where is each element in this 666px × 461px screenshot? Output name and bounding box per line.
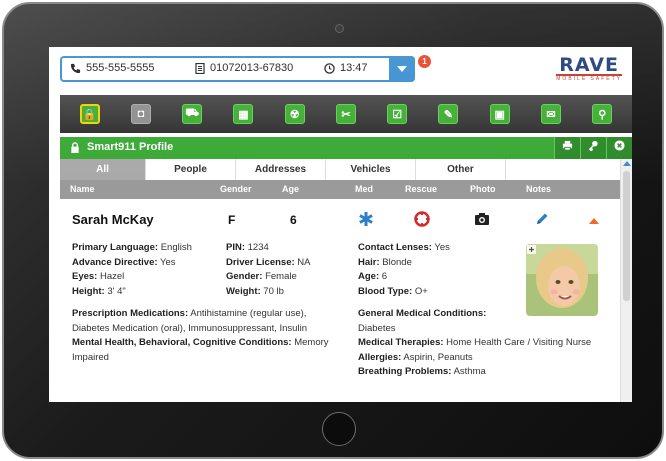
camera-icon	[335, 24, 344, 33]
tab-other[interactable]: Other	[416, 159, 506, 180]
lock-icon: 🔒	[82, 108, 97, 121]
call-info-box[interactable]: 555-555-5555 01072013-67830 13:47	[60, 56, 415, 82]
book-tool-button[interactable]: ▣	[489, 104, 510, 124]
person-gender: F	[228, 213, 236, 227]
notification-badge[interactable]: 1	[418, 55, 431, 68]
pets-icon: ✂	[341, 108, 351, 121]
pets-tool-button[interactable]: ✂	[335, 104, 356, 124]
profile-tabs: All People Addresses Vehicles Other	[60, 159, 620, 180]
home-button[interactable]	[322, 412, 356, 446]
camera-icon[interactable]	[474, 211, 490, 227]
building-tool-button[interactable]: ▦	[233, 104, 254, 124]
col-notes: Notes	[526, 184, 552, 194]
scrollbar[interactable]	[620, 159, 632, 402]
col-age: Age	[282, 184, 300, 194]
car-tool-button[interactable]: ⛟	[182, 104, 203, 124]
hazard-icon: ☢	[289, 108, 300, 121]
close-icon	[614, 140, 625, 151]
hazard-tool-button[interactable]: ☢	[284, 104, 305, 124]
medications-block: Prescription Medications: Antihistamine …	[72, 308, 329, 363]
profile-header: Smart911 Profile	[60, 137, 632, 159]
clock-icon	[324, 62, 335, 74]
edit-icon: ✎	[443, 108, 454, 121]
map-pin-icon: ⚲	[598, 108, 607, 121]
child-portrait-image	[526, 244, 598, 316]
call-time: 13:47	[340, 62, 368, 74]
medical-star-icon[interactable]	[358, 211, 374, 227]
chat-tool-button[interactable]: ✉	[541, 104, 562, 124]
chat-icon: ✉	[546, 108, 556, 121]
shield-icon: ◘	[137, 108, 145, 120]
document-icon	[195, 62, 205, 74]
col-rescue: Rescue	[405, 184, 438, 194]
table-header: Name Gender Age Med Rescue Photo Notes	[60, 180, 620, 199]
edit-note-icon[interactable]	[534, 211, 550, 227]
person-photo[interactable]	[526, 244, 598, 316]
tab-addresses[interactable]: Addresses	[236, 159, 326, 180]
profile-title: Smart911 Profile	[70, 141, 173, 153]
col-gender: Gender	[220, 184, 252, 194]
edit-tool-button[interactable]: ✎	[438, 104, 459, 124]
col-name: Name	[70, 184, 95, 194]
person-name: Sarah McKay	[72, 212, 154, 227]
building-icon: ▦	[238, 108, 249, 121]
call-dropdown-button[interactable]	[389, 56, 415, 82]
tab-people[interactable]: People	[146, 159, 236, 180]
table-row[interactable]: Sarah McKay F 6 Primary Language: Englis	[60, 199, 620, 402]
details-col-1: Primary Language: English Advance Direct…	[72, 242, 192, 297]
top-bar: 555-555-5555 01072013-67830 13:47 1 RAVE…	[49, 47, 632, 90]
details-col-2: PIN: 1234 Driver License: NA Gender: Fem…	[226, 242, 311, 297]
car-icon: ⛟	[185, 107, 200, 119]
scroll-thumb[interactable]	[623, 171, 630, 301]
person-age: 6	[290, 213, 297, 227]
tab-vehicles[interactable]: Vehicles	[326, 159, 416, 180]
time-field: 13:47	[324, 62, 368, 74]
incident-id: 01072013-67830	[210, 62, 294, 74]
phone-field: 555-555-5555	[70, 62, 155, 74]
conditions-block: General Medical Conditions: Diabetes Med…	[358, 308, 592, 377]
phone-icon	[70, 63, 81, 73]
key-button[interactable]	[580, 137, 606, 159]
col-med: Med	[355, 184, 373, 194]
scroll-up-icon[interactable]	[623, 161, 631, 166]
lock-tool-button[interactable]: 🔒	[79, 104, 100, 124]
lock-icon	[71, 141, 79, 153]
map-pin-tool-button[interactable]: ⚲	[592, 104, 613, 124]
rescue-lifebuoy-icon[interactable]	[414, 211, 430, 227]
shield-tool-button[interactable]: ◘	[130, 104, 151, 124]
rave-logo: RAVE MOBILE SAFETY	[556, 54, 622, 82]
checklist-icon: ☑	[392, 108, 403, 121]
col-photo: Photo	[470, 184, 496, 194]
tab-all[interactable]: All	[60, 159, 146, 180]
book-icon: ▣	[494, 108, 505, 121]
icon-toolbar: 🔒 ◘ ⛟ ▦ ☢ ✂ ☑ ✎ ▣ ✉ ⚲	[60, 95, 632, 133]
key-icon	[588, 140, 598, 152]
app-screen: 555-555-5555 01072013-67830 13:47 1 RAVE…	[49, 47, 632, 402]
print-button[interactable]	[554, 137, 580, 159]
print-icon	[562, 140, 573, 151]
incident-field: 01072013-67830	[195, 62, 293, 74]
collapse-arrow-icon[interactable]	[586, 213, 602, 229]
phone-number: 555-555-5555	[86, 62, 155, 74]
tablet-frame: 555-555-5555 01072013-67830 13:47 1 RAVE…	[2, 2, 664, 459]
close-profile-button[interactable]	[606, 137, 632, 159]
checklist-tool-button[interactable]: ☑	[387, 104, 408, 124]
details-col-3: Contact Lenses: Yes Hair: Blonde Age: 6 …	[358, 242, 450, 297]
